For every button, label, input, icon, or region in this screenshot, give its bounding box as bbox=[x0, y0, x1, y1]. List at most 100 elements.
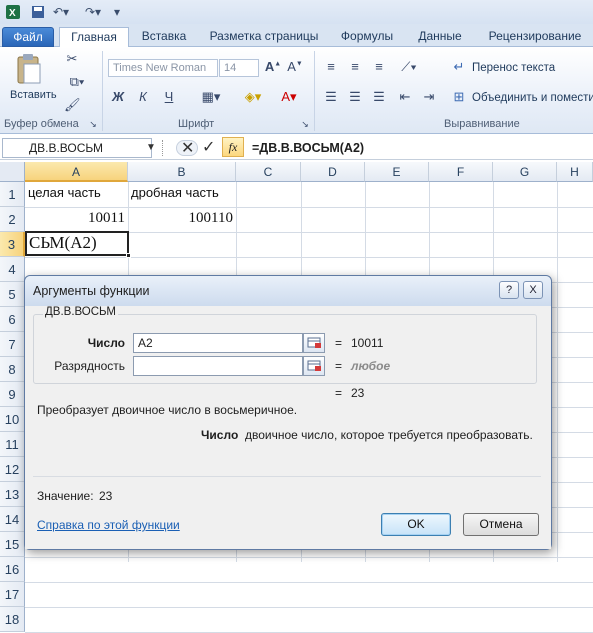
row-header[interactable]: 4 bbox=[0, 257, 25, 282]
redo-icon[interactable]: ↷▾ bbox=[82, 4, 104, 20]
column-header[interactable]: H bbox=[557, 162, 593, 182]
help-icon[interactable]: ? bbox=[499, 281, 519, 299]
excel-icon[interactable]: X bbox=[4, 4, 22, 20]
row-header[interactable]: 3 bbox=[0, 232, 25, 257]
row-header[interactable]: 5 bbox=[0, 282, 25, 307]
align-bottom-icon[interactable]: ≡ bbox=[370, 59, 388, 74]
arg2-result: любое bbox=[351, 359, 391, 373]
undo-icon[interactable]: ↶▾ bbox=[50, 4, 72, 20]
wrap-text-icon[interactable]: ↵ bbox=[452, 59, 466, 75]
merge-center-icon[interactable]: ⊞ bbox=[452, 89, 466, 105]
cell-a3[interactable]: СЬМ(A2) bbox=[29, 233, 97, 253]
row-header[interactable]: 13 bbox=[0, 482, 25, 507]
font-name-box[interactable]: Times New Roman bbox=[108, 59, 218, 77]
function-description: Преобразует двоичное число в восьмерично… bbox=[37, 403, 298, 417]
insert-function-icon[interactable]: fx bbox=[222, 137, 244, 157]
grow-font-icon[interactable]: A▲ bbox=[264, 59, 282, 74]
paste-icon[interactable] bbox=[14, 53, 42, 85]
tab-file[interactable]: Файл bbox=[2, 27, 54, 47]
column-header[interactable]: F bbox=[429, 162, 493, 182]
cell-a2[interactable]: 10011 bbox=[25, 210, 125, 227]
row-header[interactable]: 10 bbox=[0, 407, 25, 432]
name-box[interactable]: ДВ.В.ВОСЬМ bbox=[2, 138, 152, 158]
tab-home[interactable]: Главная bbox=[59, 27, 129, 48]
cell-a1[interactable]: целая часть bbox=[28, 185, 101, 200]
tab-formulas[interactable]: Формулы bbox=[334, 27, 400, 47]
wrap-text-button[interactable]: Перенос текста bbox=[472, 62, 555, 74]
row-header[interactable]: 14 bbox=[0, 507, 25, 532]
cell-b1[interactable]: дробная часть bbox=[131, 185, 219, 200]
increase-indent-icon[interactable]: ⇥ bbox=[420, 89, 438, 105]
font-color-icon[interactable]: A▾ bbox=[276, 89, 302, 105]
fill-handle[interactable] bbox=[126, 253, 131, 258]
clipboard-launcher-icon[interactable]: ↘ bbox=[88, 119, 98, 130]
collapse-dialog-icon[interactable] bbox=[303, 356, 325, 376]
cell-b2[interactable]: 100110 bbox=[128, 210, 233, 227]
splitter-icon[interactable] bbox=[162, 140, 166, 156]
align-middle-icon[interactable]: ≡ bbox=[346, 59, 364, 74]
italic-button[interactable]: К bbox=[135, 89, 151, 104]
select-all-corner[interactable] bbox=[0, 162, 25, 182]
tab-data[interactable]: Данные bbox=[410, 27, 470, 47]
decrease-indent-icon[interactable]: ⇤ bbox=[396, 89, 414, 105]
column-header[interactable]: C bbox=[236, 162, 301, 182]
formula-input[interactable]: =ДВ.В.ВОСЬМ(A2) bbox=[252, 138, 364, 158]
help-link[interactable]: Справка по этой функции bbox=[37, 518, 180, 532]
collapse-dialog-icon[interactable] bbox=[303, 333, 325, 353]
merge-center-button[interactable]: Объединить и помести bbox=[472, 92, 593, 104]
tab-insert[interactable]: Вставка bbox=[133, 27, 195, 47]
ok-button[interactable]: OK bbox=[381, 513, 451, 536]
column-header[interactable]: E bbox=[365, 162, 429, 182]
arg1-input[interactable]: A2 bbox=[133, 333, 303, 353]
row-header[interactable]: 2 bbox=[0, 207, 25, 232]
row-header[interactable]: 15 bbox=[0, 532, 25, 557]
orientation-icon[interactable]: ⟋▾ bbox=[396, 59, 422, 75]
shrink-font-icon[interactable]: A▼ bbox=[286, 59, 304, 74]
font-size-box[interactable]: 14 bbox=[219, 59, 259, 77]
name-box-dropdown-icon[interactable]: ▼ bbox=[146, 142, 156, 153]
cut-icon[interactable]: ✂ bbox=[64, 51, 80, 67]
cancel-icon[interactable]: ✕ bbox=[181, 138, 194, 158]
align-right-icon[interactable]: ☰ bbox=[370, 89, 388, 105]
row-header[interactable]: 12 bbox=[0, 457, 25, 482]
underline-button[interactable]: Ч bbox=[158, 89, 180, 104]
row-header[interactable]: 11 bbox=[0, 432, 25, 457]
align-left-icon[interactable]: ☰ bbox=[322, 89, 340, 105]
row-header[interactable]: 18 bbox=[0, 607, 25, 632]
arg2-input[interactable] bbox=[133, 356, 303, 376]
column-header[interactable]: B bbox=[128, 162, 236, 182]
copy-icon[interactable]: ⧉▾ bbox=[62, 74, 92, 90]
column-header[interactable]: A bbox=[25, 162, 128, 182]
close-icon[interactable]: X bbox=[523, 281, 543, 299]
customize-qat-icon[interactable]: ▾ bbox=[110, 4, 124, 20]
row-header[interactable]: 8 bbox=[0, 357, 25, 382]
arg1-label: Число bbox=[87, 336, 125, 350]
group-separator bbox=[314, 51, 315, 131]
column-header[interactable]: G bbox=[493, 162, 557, 182]
row-header[interactable]: 9 bbox=[0, 382, 25, 407]
format-painter-icon[interactable]: 🖌 bbox=[64, 97, 81, 113]
arg1-eq: = bbox=[335, 336, 343, 350]
save-icon[interactable] bbox=[30, 4, 46, 20]
row-header[interactable]: 16 bbox=[0, 557, 25, 582]
font-launcher-icon[interactable]: ↘ bbox=[300, 119, 310, 130]
row-header[interactable]: 6 bbox=[0, 307, 25, 332]
tab-page-layout[interactable]: Разметка страницы bbox=[204, 27, 324, 47]
row-header[interactable]: 7 bbox=[0, 332, 25, 357]
ribbon-tabs: Файл Главная Вставка Разметка страницы Ф… bbox=[0, 24, 593, 48]
column-header[interactable]: D bbox=[301, 162, 365, 182]
arg2-label: Разрядность bbox=[54, 359, 125, 373]
enter-icon[interactable]: ✓ bbox=[202, 137, 215, 157]
fill-color-icon[interactable]: ◈▾ bbox=[240, 89, 266, 105]
dialog-title: Аргументы функции bbox=[25, 276, 551, 306]
font-group-label: Шрифт bbox=[178, 118, 215, 130]
paste-label[interactable]: Вставить bbox=[10, 89, 57, 101]
cancel-button[interactable]: Отмена bbox=[463, 513, 539, 536]
align-top-icon[interactable]: ≡ bbox=[322, 59, 340, 74]
borders-icon[interactable]: ▦▾ bbox=[198, 89, 224, 105]
row-header[interactable]: 17 bbox=[0, 582, 25, 607]
bold-button[interactable]: Ж bbox=[110, 89, 126, 104]
row-header[interactable]: 1 bbox=[0, 182, 25, 207]
align-center-icon[interactable]: ☰ bbox=[346, 89, 364, 105]
tab-review[interactable]: Рецензирование bbox=[480, 27, 590, 47]
